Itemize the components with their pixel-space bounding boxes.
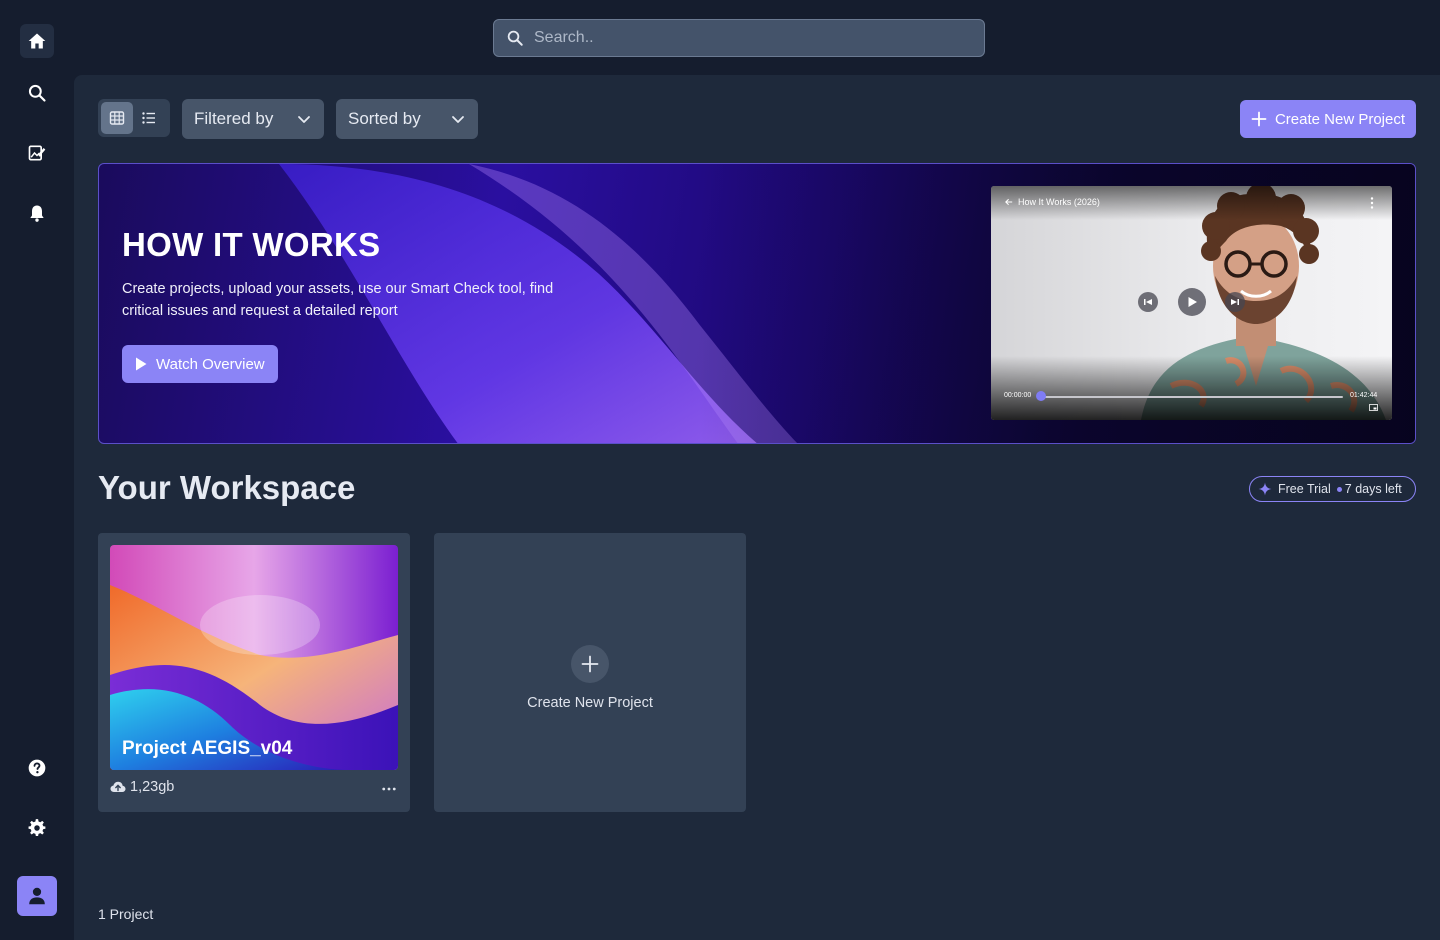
play-icon xyxy=(136,357,147,371)
how-it-works-banner: HOW IT WORKS Create projects, upload you… xyxy=(98,163,1416,444)
project-meta: 1,23gb xyxy=(110,779,174,795)
project-size: 1,23gb xyxy=(130,779,175,795)
sidebar-item-settings[interactable] xyxy=(20,811,54,845)
sidebar-item-profile[interactable] xyxy=(17,876,57,916)
video-bottom-gradient xyxy=(991,356,1392,420)
filter-label: Filtered by xyxy=(194,109,274,128)
watch-overview-button[interactable]: Watch Overview xyxy=(122,345,278,383)
free-trial-badge: Free Trial 7 days left xyxy=(1249,476,1416,502)
sort-dropdown[interactable]: Sorted by xyxy=(336,99,478,139)
home-icon xyxy=(28,33,46,49)
trial-label: Free Trial xyxy=(1278,482,1331,496)
sparkle-icon xyxy=(1258,482,1272,496)
project-thumbnail: Project AEGIS_v04 xyxy=(110,545,398,770)
workspace-title: Your Workspace xyxy=(98,469,356,506)
video-progress-handle[interactable] xyxy=(1036,391,1046,401)
create-new-project-button[interactable]: Create New Project xyxy=(1240,100,1416,138)
video-duration: 01:42:44 xyxy=(1350,392,1378,399)
video-title: How It Works (2026) xyxy=(1018,197,1100,207)
project-name: Project AEGIS_v04 xyxy=(122,738,293,759)
create-new-project-card-label: Create New Project xyxy=(527,694,653,711)
sidebar xyxy=(0,0,74,940)
chevron-down-icon xyxy=(452,116,464,123)
search-icon xyxy=(507,30,523,46)
skip-forward-icon xyxy=(1231,299,1239,305)
next-button[interactable] xyxy=(1225,292,1245,312)
gear-icon xyxy=(28,819,46,837)
bell-icon xyxy=(30,205,44,222)
search-icon xyxy=(28,84,46,102)
search-input[interactable] xyxy=(534,29,954,47)
video-progress-track[interactable] xyxy=(1041,396,1343,398)
hero-title: HOW IT WORKS xyxy=(122,226,381,263)
sidebar-item-notifications[interactable] xyxy=(20,196,54,230)
search-bar xyxy=(493,19,985,57)
main-panel: Filtered by Sorted by Create New Project xyxy=(74,75,1440,940)
create-new-project-card[interactable]: Create New Project xyxy=(434,533,746,812)
sidebar-item-search[interactable] xyxy=(20,76,54,110)
video-player[interactable]: How It Works (2026) 00:00:00 01:42:44 xyxy=(991,186,1392,420)
plus-icon xyxy=(581,655,599,672)
edit-image-icon xyxy=(28,145,46,161)
picture-in-picture-icon[interactable] xyxy=(1369,404,1378,411)
cloud-upload-icon xyxy=(110,781,126,792)
hero-description: Create projects, upload your assets, use… xyxy=(122,281,554,319)
back-arrow-icon[interactable] xyxy=(1005,198,1013,206)
sidebar-item-help[interactable] xyxy=(20,751,54,785)
view-toggle xyxy=(98,99,170,137)
sidebar-item-home[interactable] xyxy=(20,24,54,58)
trial-separator-dot xyxy=(1336,486,1342,492)
plus-icon xyxy=(1251,111,1267,127)
grid-icon xyxy=(109,111,125,125)
list-icon xyxy=(142,112,155,124)
more-horizontal-icon xyxy=(382,787,396,791)
help-icon xyxy=(28,759,46,777)
watch-overview-label: Watch Overview xyxy=(156,355,265,373)
grid-view-button[interactable] xyxy=(101,102,133,134)
skip-back-icon xyxy=(1144,299,1152,305)
project-more-button[interactable] xyxy=(382,781,398,797)
user-icon xyxy=(29,887,45,905)
video-play-button[interactable] xyxy=(1178,288,1206,316)
more-vertical-icon[interactable] xyxy=(1367,196,1377,210)
chevron-down-icon xyxy=(298,116,310,123)
project-count: 1 Project xyxy=(98,906,154,922)
project-card[interactable]: Project AEGIS_v04 1,23gb xyxy=(98,533,410,812)
previous-button[interactable] xyxy=(1138,292,1158,312)
sort-label: Sorted by xyxy=(348,109,421,128)
trial-days-left: 7 days left xyxy=(1344,482,1402,496)
filter-dropdown[interactable]: Filtered by xyxy=(182,99,324,139)
list-view-button[interactable] xyxy=(133,102,165,134)
sidebar-item-edit-image[interactable] xyxy=(20,136,54,170)
create-new-project-label: Create New Project xyxy=(1274,110,1406,128)
video-title-bar: How It Works (2026) xyxy=(1005,197,1100,207)
video-current-time: 00:00:00 xyxy=(1004,392,1032,399)
play-icon xyxy=(1188,297,1197,307)
plus-button[interactable] xyxy=(571,644,609,683)
project-thumbnail-art xyxy=(110,545,398,770)
